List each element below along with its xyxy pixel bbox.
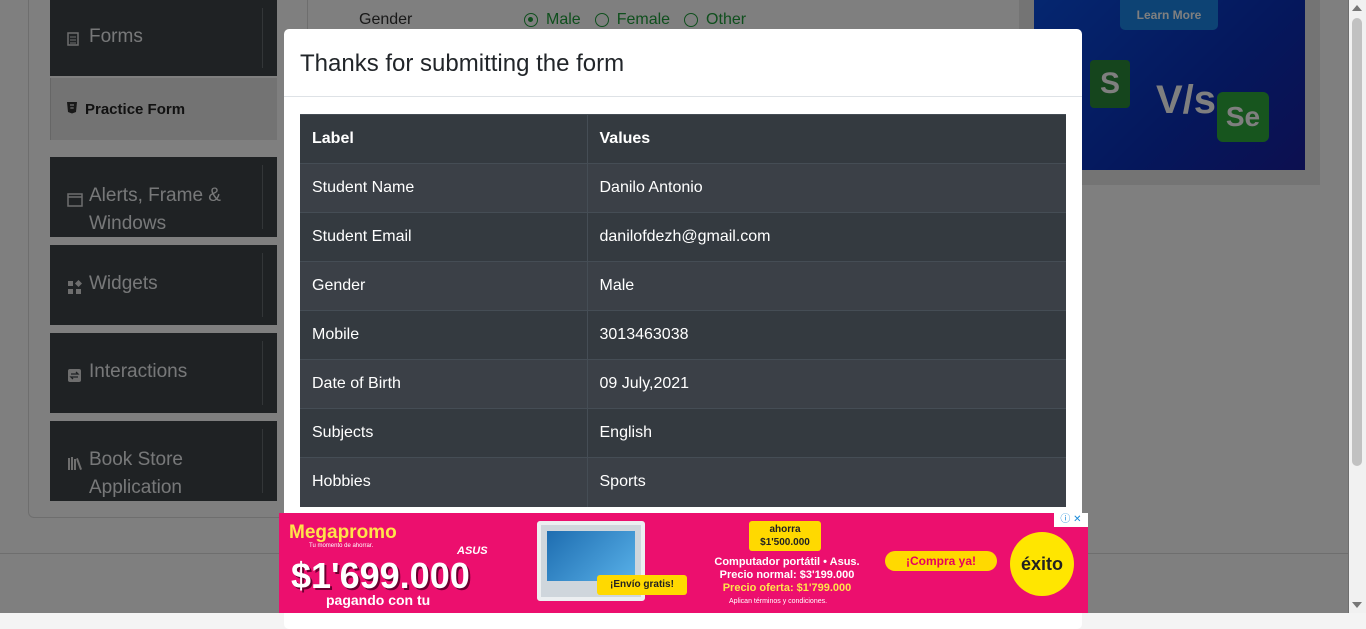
column-header-values: Values: [587, 114, 1066, 164]
page-scrollbar[interactable]: [1348, 0, 1366, 613]
ad-conditions: Aplican términos y condiciones.: [729, 598, 828, 605]
column-header-label: Label: [300, 114, 588, 164]
row-value: danilofdezh@gmail.com: [587, 212, 1066, 262]
row-label: Subjects: [300, 408, 588, 458]
row-value: 09 July,2021: [587, 359, 1066, 409]
ad-price: $1'699.000: [291, 555, 470, 596]
ad-megapromo-sub: Tu momento de ahorrar.: [309, 543, 374, 549]
ad-pagando: pagando con tu: [326, 592, 431, 608]
table-row: Subjects English: [300, 408, 1066, 458]
table-header-row: Label Values: [300, 114, 1066, 164]
ad-description: Computador portátil • Asus. Precio norma…: [707, 556, 867, 595]
results-table: Label Values Student Name Danilo Antonio…: [300, 114, 1066, 507]
row-label: Student Email: [300, 212, 588, 262]
table-row: Hobbies Sports: [300, 457, 1066, 507]
row-value: Male: [587, 261, 1066, 311]
row-value: Danilo Antonio: [587, 163, 1066, 213]
ad-cta-button[interactable]: ¡Compra ya!: [885, 551, 997, 571]
ad-store-logo: éxito: [1010, 532, 1074, 596]
table-row: Date of Birth 09 July,2021: [300, 359, 1066, 409]
modal-title: Thanks for submitting the form: [300, 50, 625, 77]
row-label: Date of Birth: [300, 359, 588, 409]
scroll-down-icon[interactable]: [1352, 602, 1362, 608]
scrollbar-thumb[interactable]: [1352, 18, 1362, 466]
modal-header: Thanks for submitting the form: [284, 29, 1082, 97]
advertisement-banner[interactable]: Megapromo Tu momento de ahorrar. ASUS $1…: [279, 513, 1088, 613]
ad-megapromo: Megapromo: [289, 522, 397, 543]
ad-desc-line3: Precio oferta: $1'799.000: [722, 582, 852, 594]
table-row: Student Name Danilo Antonio: [300, 163, 1066, 213]
ad-savings-badge: ahorra $1'500.000: [749, 521, 821, 551]
row-label: Hobbies: [300, 457, 588, 507]
table-row: Student Email danilofdezh@gmail.com: [300, 212, 1066, 262]
adchoices-icon[interactable]: ⓘ ✕: [1054, 513, 1088, 527]
ad-savings-line2: $1'500.000: [760, 537, 810, 548]
row-label: Gender: [300, 261, 588, 311]
row-value: English: [587, 408, 1066, 458]
row-label: Mobile: [300, 310, 588, 360]
row-value: Sports: [587, 457, 1066, 507]
ad-desc-line1: Computador portátil • Asus.: [714, 556, 860, 568]
table-row: Mobile 3013463038: [300, 310, 1066, 360]
scroll-up-icon[interactable]: [1352, 5, 1362, 11]
table-row: Gender Male: [300, 261, 1066, 311]
ad-desc-line2: Precio normal: $3'199.000: [719, 569, 855, 581]
row-value: 3013463038: [587, 310, 1066, 360]
ad-savings-line1: ahorra: [769, 524, 801, 535]
row-label: Student Name: [300, 163, 588, 213]
ad-free-shipping: ¡Envío gratis!: [597, 575, 687, 595]
